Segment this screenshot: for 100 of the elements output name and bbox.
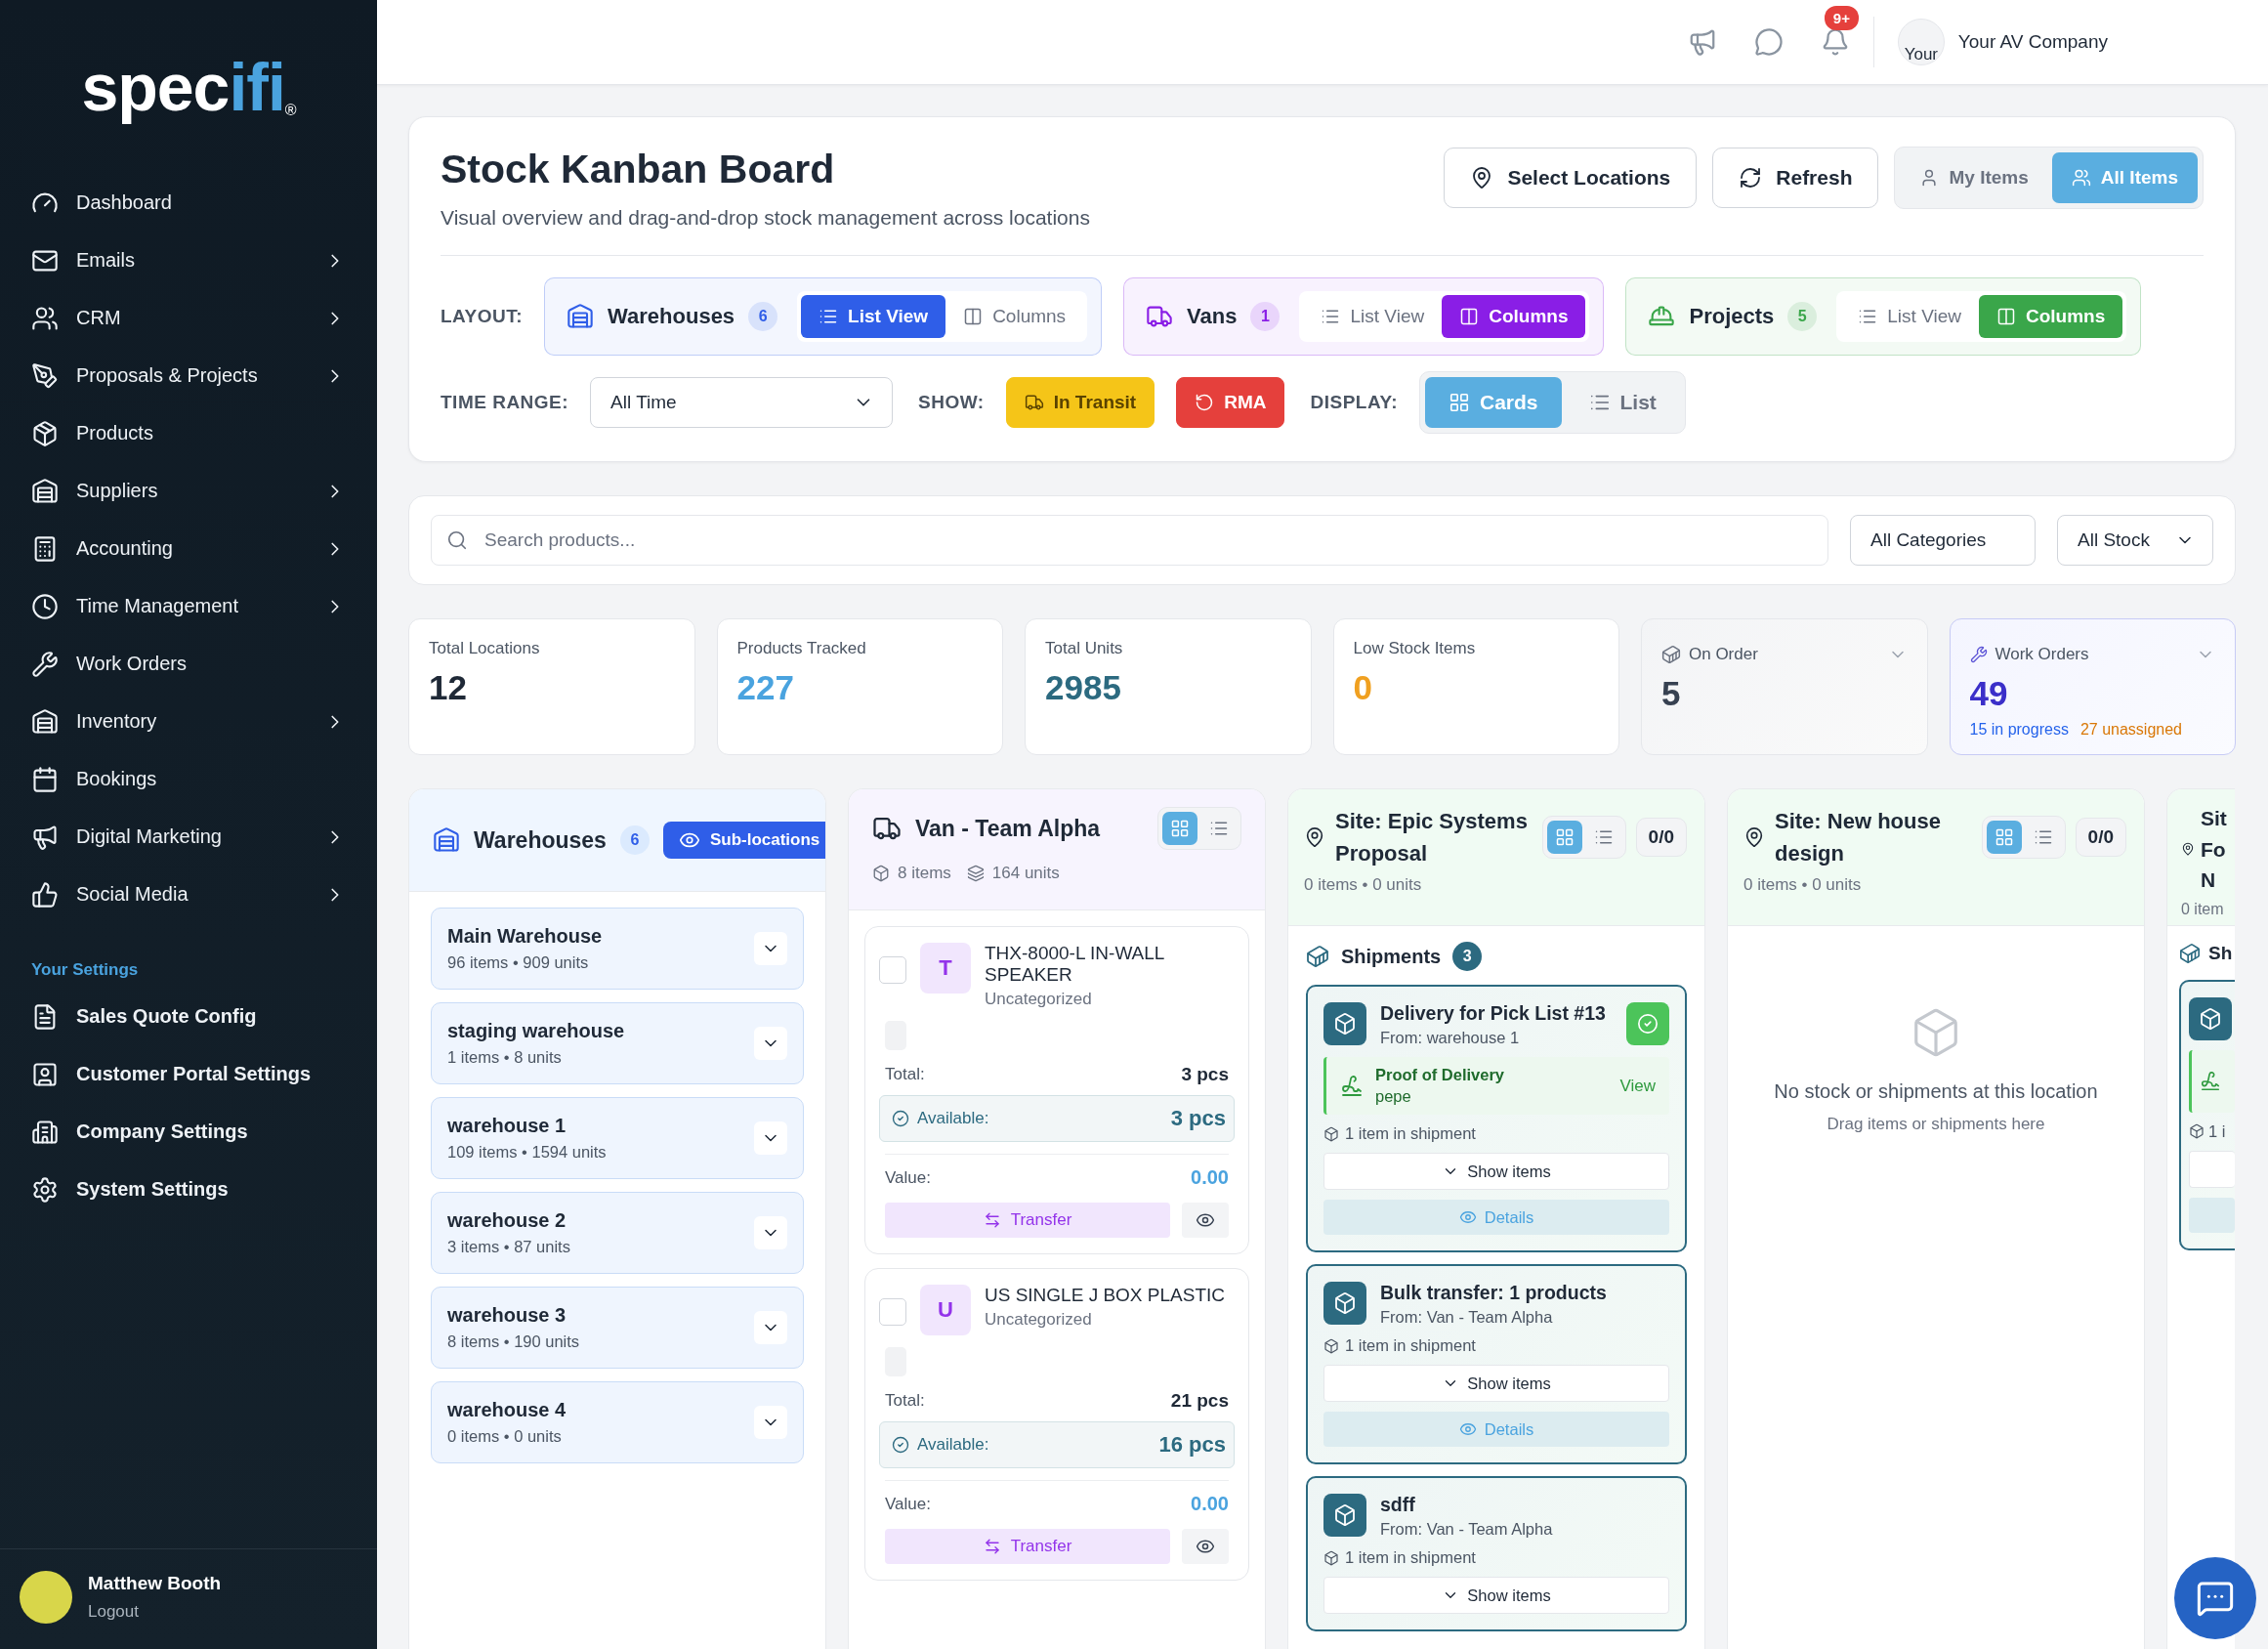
refresh-button[interactable]: Refresh [1712, 148, 1879, 208]
logout-link[interactable]: Logout [88, 1602, 222, 1622]
location-card[interactable]: warehouse 4 0 items • 0 units [431, 1381, 804, 1463]
people-icon [31, 304, 59, 332]
view-toggle[interactable]: List View [801, 295, 946, 338]
filter-toggle[interactable]: RMA [1176, 377, 1285, 428]
show-items-button[interactable]: Show items [1323, 1153, 1669, 1190]
shipment-card[interactable]: 1 i [2179, 979, 2235, 1250]
nav-item[interactable]: Time Management [0, 577, 377, 635]
location-card[interactable]: warehouse 2 3 items • 87 units [431, 1192, 804, 1274]
location-card[interactable]: staging warehouse 1 items • 8 units [431, 1002, 804, 1084]
stat-label: Total Units [1045, 639, 1123, 658]
nav-item[interactable]: System Settings [0, 1161, 377, 1218]
nav-item[interactable]: Inventory [0, 693, 377, 750]
expand-button[interactable] [754, 1121, 787, 1155]
nav-item[interactable]: Proposals & Projects [0, 347, 377, 404]
count-badge: 6 [619, 825, 650, 855]
filter-toggle[interactable]: In Transit [1005, 377, 1155, 428]
location-name: warehouse 3 [447, 1304, 567, 1327]
product-card[interactable]: U US SINGLE J BOX PLASTIC Uncategorized Total: 21 pcs Available: 16 pcs Value: 0.00 Transfer [864, 1268, 1249, 1581]
stat-card[interactable]: On Order 5 [1641, 618, 1928, 755]
company-avatar[interactable]: Your [1897, 19, 1945, 65]
location-card[interactable]: warehouse 3 8 items • 190 units [431, 1287, 804, 1369]
nav-item[interactable]: Bookings [0, 750, 377, 808]
nav-item[interactable]: Sales Quote Config [0, 988, 377, 1045]
nav-item[interactable]: Company Settings [0, 1103, 377, 1161]
nav-item[interactable]: Products [0, 404, 377, 462]
view-toggle[interactable]: Columns [945, 295, 1084, 338]
shipment-card[interactable]: Delivery for Pick List #13 From: warehouse 1 Proof of Delivery pepe View 1 item in shipment Show items Details [1306, 985, 1687, 1252]
box-icon [1323, 1125, 1339, 1142]
nav-item[interactable]: Work Orders [0, 635, 377, 693]
select-checkbox[interactable] [879, 1298, 906, 1326]
scope-tab[interactable]: My Items [1900, 152, 2048, 203]
select-checkbox[interactable] [879, 956, 906, 984]
view-toggle[interactable]: List View [1303, 295, 1443, 338]
expand-button[interactable] [754, 1311, 787, 1344]
nav-item[interactable]: Social Media [0, 866, 377, 923]
signature-icon [1340, 1074, 1364, 1098]
stock-select[interactable]: All Stock [2057, 515, 2213, 566]
sub-locations-button[interactable]: Sub-locations [662, 822, 825, 859]
box-icon [1323, 1549, 1339, 1566]
stat-card[interactable]: Work Orders 49 15 in progress 27 unassigned [1949, 618, 2236, 755]
stat-value: 5 [1661, 674, 1682, 713]
column-title: Van - Team Alpha [915, 815, 1101, 842]
package-icon [1323, 1494, 1366, 1537]
location-meta: 96 items • 909 units [447, 953, 590, 972]
nav-item[interactable]: Customer Portal Settings [0, 1045, 377, 1103]
grid-view-button[interactable] [1546, 821, 1582, 854]
pen-icon [31, 361, 59, 390]
pin-icon [2181, 842, 2195, 857]
building-icon [31, 1118, 59, 1146]
signer-name: pepe [1375, 1087, 1412, 1106]
grid-icon [1170, 819, 1190, 838]
location-name: warehouse 1 [447, 1115, 567, 1137]
location-card[interactable]: Main Warehouse 96 items • 909 units [431, 908, 804, 990]
stat-value: 12 [429, 668, 468, 707]
nav-item[interactable]: Accounting [0, 520, 377, 577]
nav-item[interactable]: CRM [0, 289, 377, 347]
section-title: Your Settings [31, 960, 140, 980]
grid-view-button[interactable] [1162, 812, 1197, 845]
shipment-card[interactable]: Bulk transfer: 1 products From: Van - Team Alpha 1 item in shipment Show items Details [1306, 1264, 1687, 1464]
view-toggle[interactable]: Columns [1442, 295, 1586, 338]
shipment-origin: From: warehouse 1 [1380, 1029, 1521, 1047]
view-button[interactable] [1182, 1529, 1229, 1564]
stat-note: 27 unassigned [2079, 721, 2182, 739]
shipment-card[interactable]: sdff From: Van - Team Alpha 1 item in shipment Show items [1306, 1476, 1687, 1631]
value-amount: 0.00 [1191, 1166, 1229, 1189]
nav-item[interactable]: Dashboard [0, 174, 377, 232]
search-field[interactable]: Search products... [431, 515, 1828, 566]
item-count: 8 items [872, 864, 951, 883]
show-items-button[interactable]: Show items [1323, 1365, 1669, 1402]
expand-button[interactable] [754, 1406, 787, 1439]
product-card[interactable]: T THX-8000-L IN-WALL SPEAKER Uncategorized Total: 3 pcs Available: 3 pcs Value: 0.00 Transfer [864, 926, 1249, 1254]
location-card[interactable]: warehouse 1 109 items • 1594 units [431, 1097, 804, 1179]
shipment-origin: From: Van - Team Alpha [1380, 1308, 1554, 1327]
transfer-button[interactable]: Transfer [885, 1203, 1170, 1238]
display-tab[interactable]: List [1565, 377, 1680, 428]
location-meta: 3 items • 87 units [447, 1238, 570, 1256]
time-range-select[interactable]: All Time [590, 377, 894, 428]
category-select[interactable]: All Categories [1850, 515, 2036, 566]
list-icon [1858, 307, 1878, 326]
megaphone-icon [31, 823, 59, 851]
nav-item[interactable]: Suppliers [0, 462, 377, 520]
box-icon [1323, 1337, 1339, 1354]
stat-label: On Order [1689, 645, 1758, 664]
product-name: THX-8000-L IN-WALL SPEAKER [985, 943, 1165, 986]
expand-button[interactable] [754, 1216, 787, 1249]
expand-button[interactable] [754, 1027, 787, 1060]
select-locations-button[interactable]: Select Locations [1444, 148, 1698, 208]
messages-button[interactable] [1753, 27, 1784, 57]
expand-button[interactable] [754, 932, 787, 965]
show-items-button[interactable] [2189, 1150, 2235, 1188]
show-items-button[interactable]: Show items [1323, 1577, 1669, 1614]
pin-icon [1743, 826, 1765, 848]
nav-item[interactable]: Digital Marketing [0, 808, 377, 866]
grid-view-button[interactable] [1986, 821, 2022, 854]
nav-item[interactable]: Emails [0, 232, 377, 289]
view-button[interactable] [1182, 1203, 1229, 1238]
view-toggle[interactable]: List View [1840, 295, 1979, 338]
transfer-button[interactable]: Transfer [885, 1529, 1170, 1564]
